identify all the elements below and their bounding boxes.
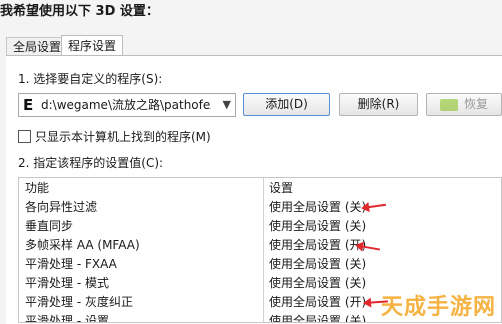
setting-cell[interactable]: 使用全局设置 (关)	[269, 217, 366, 236]
show-local-programs-label: 只显示本计算机上找到的程序(M)	[35, 130, 211, 144]
chevron-down-icon: ▼	[222, 98, 231, 111]
feature-cell: 平滑处理 - FXAA	[25, 257, 117, 271]
setting-cell[interactable]: 使用全局设置 (关)	[269, 198, 366, 217]
setting-cell[interactable]: 使用全局设置 (关)	[269, 274, 366, 293]
program-settings-label: 2. 指定该程序的设置值(C):	[18, 156, 164, 170]
feature-cell: 各向异性过滤	[25, 200, 98, 214]
setting-cell[interactable]: 使用全局设置 (开)	[269, 236, 366, 255]
table-row[interactable]: 多帧采样 AA (MFAA) 使用全局设置 (开)	[19, 236, 501, 255]
setting-cell[interactable]: 使用全局设置 (关)	[269, 255, 366, 274]
tab-program-settings[interactable]: 程序设置	[61, 35, 124, 56]
watermark-logo: 天成手游网	[380, 295, 496, 320]
program-icon: E	[23, 96, 34, 114]
show-local-programs-checkbox[interactable]	[18, 130, 31, 143]
header-feature: 功能	[25, 181, 50, 195]
delete-button[interactable]: 删除(R)	[339, 93, 418, 116]
select-program-label: 1. 选择要自定义的程序(S):	[18, 72, 163, 86]
setting-cell[interactable]: 使用全局设置 (开)	[269, 293, 366, 312]
table-row[interactable]: 各向异性过滤 使用全局设置 (关)	[19, 198, 501, 217]
tab-global-settings[interactable]: 全局设置	[6, 37, 69, 56]
header-setting: 设置	[269, 181, 294, 195]
feature-cell: 垂直同步	[25, 219, 74, 233]
nvidia-icon	[439, 98, 458, 111]
page-title: 我希望使用以下 3D 设置：	[0, 4, 159, 19]
restore-button[interactable]: 恢复	[426, 93, 502, 116]
feature-cell: 多帧采样 AA (MFAA)	[25, 238, 140, 252]
setting-cell[interactable]: 使用全局设置 (关)	[269, 312, 366, 322]
add-button[interactable]: 添加(D)	[243, 93, 330, 116]
program-select[interactable]: E d:\wegame\流放之路\pathofexile... ▼	[18, 93, 236, 117]
table-row[interactable]: 垂直同步 使用全局设置 (关)	[19, 217, 501, 236]
feature-cell: 平滑处理 - 灰度纠正	[25, 295, 133, 309]
feature-cell: 平滑处理 - 模式	[25, 276, 109, 290]
table-row[interactable]: 平滑处理 - FXAA 使用全局设置 (关)	[19, 255, 501, 274]
feature-cell: 平滑处理 - 设置	[25, 314, 109, 323]
program-select-value: d:\wegame\流放之路\pathofexile...	[41, 98, 211, 112]
restore-button-label: 恢复	[463, 97, 488, 111]
